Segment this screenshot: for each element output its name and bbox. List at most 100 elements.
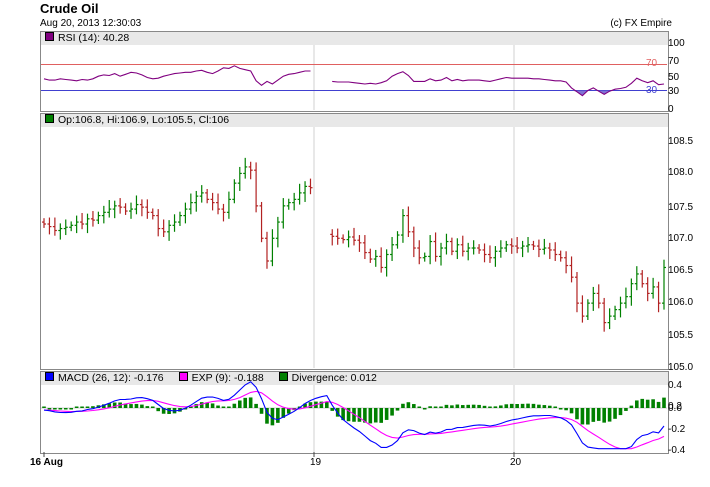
divergence-bar <box>645 399 650 408</box>
divergence-bar <box>276 408 280 423</box>
divergence-bar <box>199 402 204 408</box>
divergence-bar <box>558 408 563 410</box>
divergence-bar <box>591 408 596 422</box>
price-tick-105-0: 105.0 <box>668 362 694 373</box>
divergence-bar <box>85 406 90 408</box>
divergence-bar <box>401 403 405 408</box>
divergence-bar <box>569 408 574 414</box>
divergence-bar <box>433 406 438 408</box>
divergence-bar <box>140 404 144 408</box>
rsi-tick-70-label: 70 <box>646 58 658 69</box>
divergence-bar <box>259 408 264 414</box>
divergence-bar <box>47 408 52 410</box>
divergence-bar <box>504 404 509 408</box>
x-label-20: 20 <box>510 457 522 468</box>
divergence-bar <box>531 403 536 408</box>
divergence-bar <box>134 403 139 408</box>
rsi-tick-30-label: 30 <box>646 85 658 96</box>
divergence-bar <box>618 408 623 416</box>
macd-tick-neg-0-4: -0.4 <box>668 445 686 456</box>
price-tick-107-0: 107.0 <box>668 233 694 244</box>
divergence-bar <box>156 408 161 412</box>
divergence-bar <box>526 403 530 408</box>
divergence-bar <box>537 404 541 408</box>
divergence-bar <box>596 408 601 421</box>
divergence-bar <box>42 406 46 408</box>
price-tick-108-0: 108.0 <box>668 167 694 178</box>
macd-tick-0-4: 0.4 <box>668 380 682 391</box>
rsi-tick-30: 30 <box>668 86 680 97</box>
divergence-bar <box>499 405 503 408</box>
divergence-bar <box>586 408 590 425</box>
macd-tick-neg-0-2: -0.2 <box>668 424 686 435</box>
divergence-bar <box>651 399 655 408</box>
divergence-bar <box>635 400 639 408</box>
divergence-bar <box>210 403 215 408</box>
divergence-bar <box>428 406 432 408</box>
price-tick-105-5: 105.5 <box>668 330 694 341</box>
divergence-bar <box>384 408 389 420</box>
divergence-bar <box>91 406 95 408</box>
divergence-bar <box>656 401 661 408</box>
divergence-bar <box>515 404 519 408</box>
divergence-bar <box>564 408 568 411</box>
divergence-bar <box>395 408 400 411</box>
divergence-bar <box>406 402 411 408</box>
divergence-bar <box>482 405 487 408</box>
rsi-tick-50: 50 <box>668 72 680 83</box>
divergence-bar <box>477 404 481 408</box>
divergence-bar <box>80 406 84 408</box>
divergence-bar <box>662 397 666 408</box>
divergence-bar <box>640 398 645 408</box>
price-tick-108-5: 108.5 <box>668 136 694 147</box>
divergence-bar <box>145 406 150 408</box>
divergence-bar <box>254 403 258 408</box>
divergence-bar <box>69 408 73 410</box>
divergence-bar <box>422 408 427 410</box>
chart-plot <box>41 45 667 457</box>
divergence-bar <box>325 402 329 408</box>
rsi-tick-100: 100 <box>668 38 685 49</box>
x-label-16-aug: 16 Aug <box>30 457 63 468</box>
divergence-bar <box>221 406 226 408</box>
divergence-bar <box>542 405 547 408</box>
divergence-bar <box>602 408 606 423</box>
divergence-bar <box>460 405 465 408</box>
price-tick-106-5: 106.5 <box>668 265 694 276</box>
divergence-bar <box>580 408 585 425</box>
divergence-bar <box>368 408 373 424</box>
divergence-bar <box>547 405 552 408</box>
divergence-bar <box>607 408 612 422</box>
divergence-bar <box>493 406 498 408</box>
divergence-bar <box>243 397 248 408</box>
divergence-bar <box>444 404 449 408</box>
divergence-bar <box>74 406 79 408</box>
macd-tick-0-0-visible: 0.0 <box>668 403 682 414</box>
divergence-bar <box>575 408 579 420</box>
x-label-19: 19 <box>310 457 322 468</box>
divergence-bar <box>330 408 335 411</box>
divergence-bar <box>227 406 231 408</box>
divergence-bar <box>629 405 634 408</box>
divergence-bar <box>150 406 155 408</box>
divergence-bar <box>417 406 422 408</box>
divergence-bar <box>216 405 220 408</box>
divergence-bar <box>390 408 394 416</box>
divergence-bar <box>379 408 383 423</box>
divergence-bar <box>248 397 253 408</box>
divergence-bar <box>412 404 416 408</box>
divergence-bar <box>373 408 378 423</box>
divergence-bar <box>624 408 628 411</box>
divergence-bar <box>613 408 617 419</box>
divergence-bar <box>63 408 68 410</box>
divergence-bar <box>509 403 514 408</box>
divergence-bar <box>450 405 454 408</box>
divergence-bar <box>488 406 492 408</box>
divergence-bar <box>357 408 362 422</box>
rsi-line <box>43 65 665 97</box>
rsi-tick-0: 0 <box>668 104 674 115</box>
divergence-bar <box>455 404 460 408</box>
divergence-bar <box>471 404 476 408</box>
divergence-bar <box>439 406 443 408</box>
price-tick-106-0: 106.0 <box>668 297 694 308</box>
